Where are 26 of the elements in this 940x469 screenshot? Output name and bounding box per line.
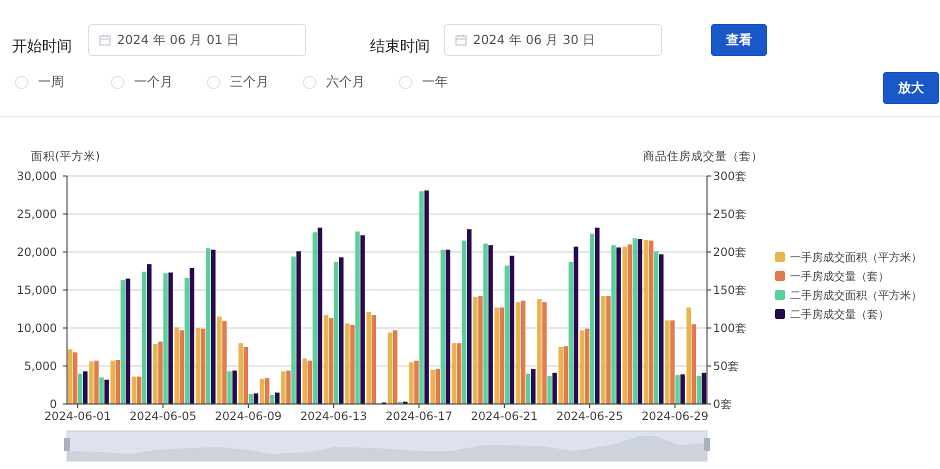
start-time-label: 开始时间 <box>12 36 73 56</box>
tick-label: 250套 <box>713 207 747 221</box>
tick-label: 300套 <box>713 169 747 183</box>
tick-label: 2024-06-17 <box>386 409 452 423</box>
tick-label: 100套 <box>713 321 747 335</box>
tick-label: 10,000 <box>16 321 57 335</box>
tick-label: 2024-06-01 <box>44 409 112 423</box>
tick-label: 2024-06-25 <box>556 409 624 423</box>
tick-label: 2024-06-13 <box>300 409 368 423</box>
tick-label: 2024-06-09 <box>214 409 282 423</box>
tick-label: 2024-06-05 <box>130 409 196 423</box>
tick-label: 0套 <box>713 397 732 411</box>
tick-label: 0 <box>50 397 57 411</box>
tick-label: 15,000 <box>16 283 57 297</box>
tick-label: 200套 <box>713 245 747 259</box>
tick-label: 150套 <box>713 283 747 297</box>
end-time-label: 结束时间 <box>370 36 431 56</box>
tick-label: 50套 <box>713 359 740 373</box>
tick-label: 2024-06-21 <box>470 409 538 423</box>
axis-title: 商品住房成交量（套） <box>643 149 763 163</box>
tick-label: 25,000 <box>16 207 57 221</box>
tick-label: 5,000 <box>24 359 57 373</box>
axis-title: 面积(平方米) <box>31 149 100 163</box>
tick-label: 20,000 <box>16 245 57 259</box>
tick-label: 30,000 <box>16 169 57 183</box>
tick-label: 2024-06-29 <box>642 409 708 423</box>
